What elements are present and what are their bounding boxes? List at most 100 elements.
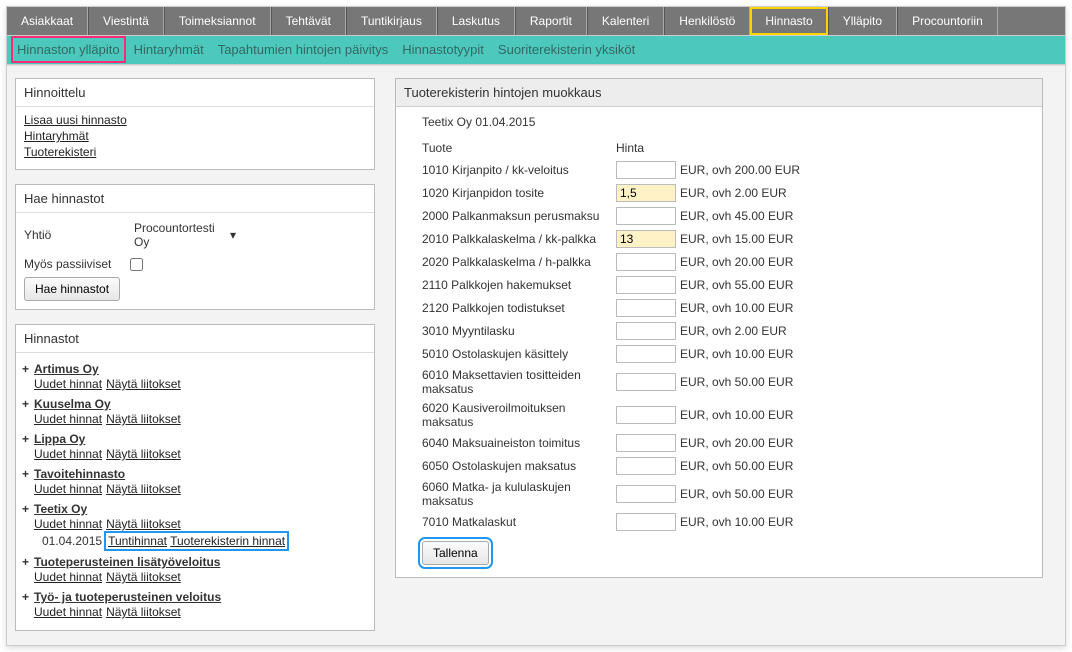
save-button[interactable]: Tallenna — [422, 541, 489, 565]
price-after: EUR, ovh 50.00 EUR — [680, 487, 793, 501]
price-input[interactable] — [616, 485, 676, 503]
hinnasto-group-title[interactable]: Teetix Oy — [34, 502, 366, 516]
top-tab-asiakkaat[interactable]: Asiakkaat — [7, 7, 88, 35]
hinnasto-subrow-link[interactable]: Tuntihinnat — [108, 534, 167, 548]
top-tab-toimeksiannot[interactable]: Toimeksiannot — [164, 7, 271, 35]
hinnasto-sublink[interactable]: Näytä liitokset — [106, 412, 181, 426]
sub-tab-0[interactable]: Hinnaston ylläpito — [17, 42, 120, 57]
yhtio-label: Yhtiö — [24, 228, 130, 242]
top-tab-procountoriin[interactable]: Procountoriin — [897, 7, 998, 35]
hinnasto-sublink[interactable]: Uudet hinnat — [34, 570, 102, 584]
price-after: EUR, ovh 2.00 EUR — [680, 324, 787, 338]
price-input[interactable] — [616, 207, 676, 225]
header-hinta: Hinta — [616, 141, 696, 155]
price-after: EUR, ovh 45.00 EUR — [680, 209, 793, 223]
price-input[interactable] — [616, 299, 676, 317]
price-input[interactable] — [616, 322, 676, 340]
price-label: 2010 Palkkalaskelma / kk-palkka — [422, 232, 616, 246]
hae-hinnastot-panel: Hae hinnastot Yhtiö Procountortesti Oy ▾… — [15, 184, 375, 310]
hinnasto-group: Lippa OyUudet hinnat Näytä liitokset — [24, 429, 366, 464]
hinnasto-group: Tuoteperusteinen lisätyöveloitusUudet hi… — [24, 552, 366, 587]
top-tab-kalenteri[interactable]: Kalenteri — [587, 7, 664, 35]
hinnasto-sublink[interactable]: Uudet hinnat — [34, 447, 102, 461]
price-label: 6050 Ostolaskujen maksatus — [422, 459, 616, 473]
top-tab-hinnasto[interactable]: Hinnasto — [750, 7, 827, 35]
hinnasto-group: Teetix OyUudet hinnatNäytä liitokset01.0… — [24, 499, 366, 552]
price-after: EUR, ovh 20.00 EUR — [680, 436, 793, 450]
hinnasto-sublink[interactable]: Uudet hinnat — [34, 517, 102, 531]
price-row: 6060 Matka- ja kululaskujen maksatus EUR,… — [422, 480, 1032, 508]
price-after: EUR, ovh 10.00 EUR — [680, 408, 793, 422]
hinnasto-subrow-link[interactable]: Tuoterekisterin hinnat — [170, 534, 285, 548]
tuoterekisteri-panel: Tuoterekisterin hintojen muokkaus Teetix… — [395, 78, 1043, 578]
yhtio-select[interactable]: Procountortesti Oy ▾ — [130, 219, 240, 251]
hinnasto-sublink[interactable]: Uudet hinnat — [34, 412, 102, 426]
price-input[interactable] — [616, 253, 676, 271]
price-input[interactable] — [616, 434, 676, 452]
price-input[interactable] — [616, 184, 676, 202]
top-tab-tehtävät[interactable]: Tehtävät — [271, 7, 346, 35]
hinnoittelu-link[interactable]: Lisaa uusi hinnasto — [24, 113, 127, 127]
price-row: 6040 Maksuaineiston toimitusEUR, ovh 20.… — [422, 434, 1032, 452]
price-after: EUR, ovh 20.00 EUR — [680, 255, 793, 269]
sub-tab-4[interactable]: Suoriterekisterin yksiköt — [498, 42, 635, 57]
price-input[interactable] — [616, 276, 676, 294]
sub-tab-2[interactable]: Tapahtumien hintojen päivitys — [218, 42, 389, 57]
top-nav: AsiakkaatViestintäToimeksiannotTehtävätT… — [7, 7, 1065, 35]
header-tuote: Tuote — [422, 141, 616, 155]
sub-tab-3[interactable]: Hinnastotyypit — [402, 42, 484, 57]
price-input[interactable] — [616, 457, 676, 475]
hinnasto-group: Työ- ja tuoteperusteinen veloitusUudet h… — [24, 587, 366, 622]
hinnasto-sublink[interactable]: Uudet hinnat — [34, 377, 102, 391]
hinnoittelu-link[interactable]: Tuoterekisteri — [24, 145, 96, 159]
price-label: 3010 Myyntilasku — [422, 324, 616, 338]
hinnasto-group-title[interactable]: Työ- ja tuoteperusteinen veloitus — [34, 590, 366, 604]
price-after: EUR, ovh 50.00 EUR — [680, 459, 793, 473]
price-input[interactable] — [616, 161, 676, 179]
hinnasto-sublink[interactable]: Näytä liitokset — [106, 377, 181, 391]
price-row: 2110 Palkkojen hakemuksetEUR, ovh 55.00 … — [422, 276, 1032, 294]
hae-hinnastot-button[interactable]: Hae hinnastot — [24, 277, 120, 301]
price-label: 6060 Matka- ja kululaskujen maksatus — [422, 480, 616, 508]
hinnasto-sublink[interactable]: Näytä liitokset — [106, 517, 181, 531]
price-label: 5010 Ostolaskujen käsittely — [422, 347, 616, 361]
hinnoittelu-link[interactable]: Hintaryhmät — [24, 129, 89, 143]
hinnastot-panel: Hinnastot Artimus OyUudet hinnatNäytä li… — [15, 324, 375, 631]
price-row: 2010 Palkkalaskelma / kk-palkkaEUR, ovh … — [422, 230, 1032, 248]
top-tab-viestintä[interactable]: Viestintä — [88, 7, 164, 35]
price-input[interactable] — [616, 345, 676, 363]
hinnasto-group-title[interactable]: Tavoitehinnasto — [34, 467, 366, 481]
hinnasto-sublink[interactable]: Uudet hinnat — [34, 605, 102, 619]
company-line: Teetix Oy 01.04.2015 — [422, 115, 1032, 129]
hinnasto-sublink[interactable]: Näytä liitokset — [106, 447, 181, 461]
price-input[interactable] — [616, 373, 676, 391]
price-row: 2020 Palkkalaskelma / h-palkka EUR, ovh 2… — [422, 253, 1032, 271]
price-label: 2110 Palkkojen hakemukset — [422, 278, 616, 292]
price-label: 6020 Kausiveroilmoituksen maksatus — [422, 401, 616, 429]
top-tab-ylläpito[interactable]: Ylläpito — [828, 7, 897, 35]
sub-tab-1[interactable]: Hintaryhmät — [134, 42, 204, 57]
hinnasto-group-title[interactable]: Tuoteperusteinen lisätyöveloitus — [34, 555, 366, 569]
price-input[interactable] — [616, 406, 676, 424]
hae-title: Hae hinnastot — [16, 185, 374, 213]
top-tab-laskutus[interactable]: Laskutus — [437, 7, 515, 35]
passiiviset-checkbox[interactable] — [130, 258, 143, 271]
hinnasto-sublink[interactable]: Näytä liitokset — [106, 570, 181, 584]
price-label: 1010 Kirjanpito / kk-veloitus — [422, 163, 616, 177]
hinnasto-sublink[interactable]: Näytä liitokset — [106, 605, 181, 619]
main-title: Tuoterekisterin hintojen muokkaus — [396, 79, 1042, 107]
top-tab-raportit[interactable]: Raportit — [515, 7, 587, 35]
price-row: 5010 Ostolaskujen käsittelyEUR, ovh 10.0… — [422, 345, 1032, 363]
top-tab-tuntikirjaus[interactable]: Tuntikirjaus — [346, 7, 437, 35]
price-label: 2000 Palkanmaksun perusmaksu — [422, 209, 616, 223]
hinnasto-group-title[interactable]: Artimus Oy — [34, 362, 366, 376]
hinnasto-group-title[interactable]: Kuuselma Oy — [34, 397, 366, 411]
top-tab-henkilöstö[interactable]: Henkilöstö — [664, 7, 750, 35]
price-label: 2020 Palkkalaskelma / h-palkka — [422, 255, 616, 269]
hinnasto-group-title[interactable]: Lippa Oy — [34, 432, 366, 446]
hinnoittelu-panel: Hinnoittelu Lisaa uusi hinnastoHintaryhm… — [15, 78, 375, 170]
price-input[interactable] — [616, 230, 676, 248]
price-input[interactable] — [616, 513, 676, 531]
hinnasto-sublink[interactable]: Uudet hinnat — [34, 482, 102, 496]
hinnasto-sublink[interactable]: Näytä liitokset — [106, 482, 181, 496]
